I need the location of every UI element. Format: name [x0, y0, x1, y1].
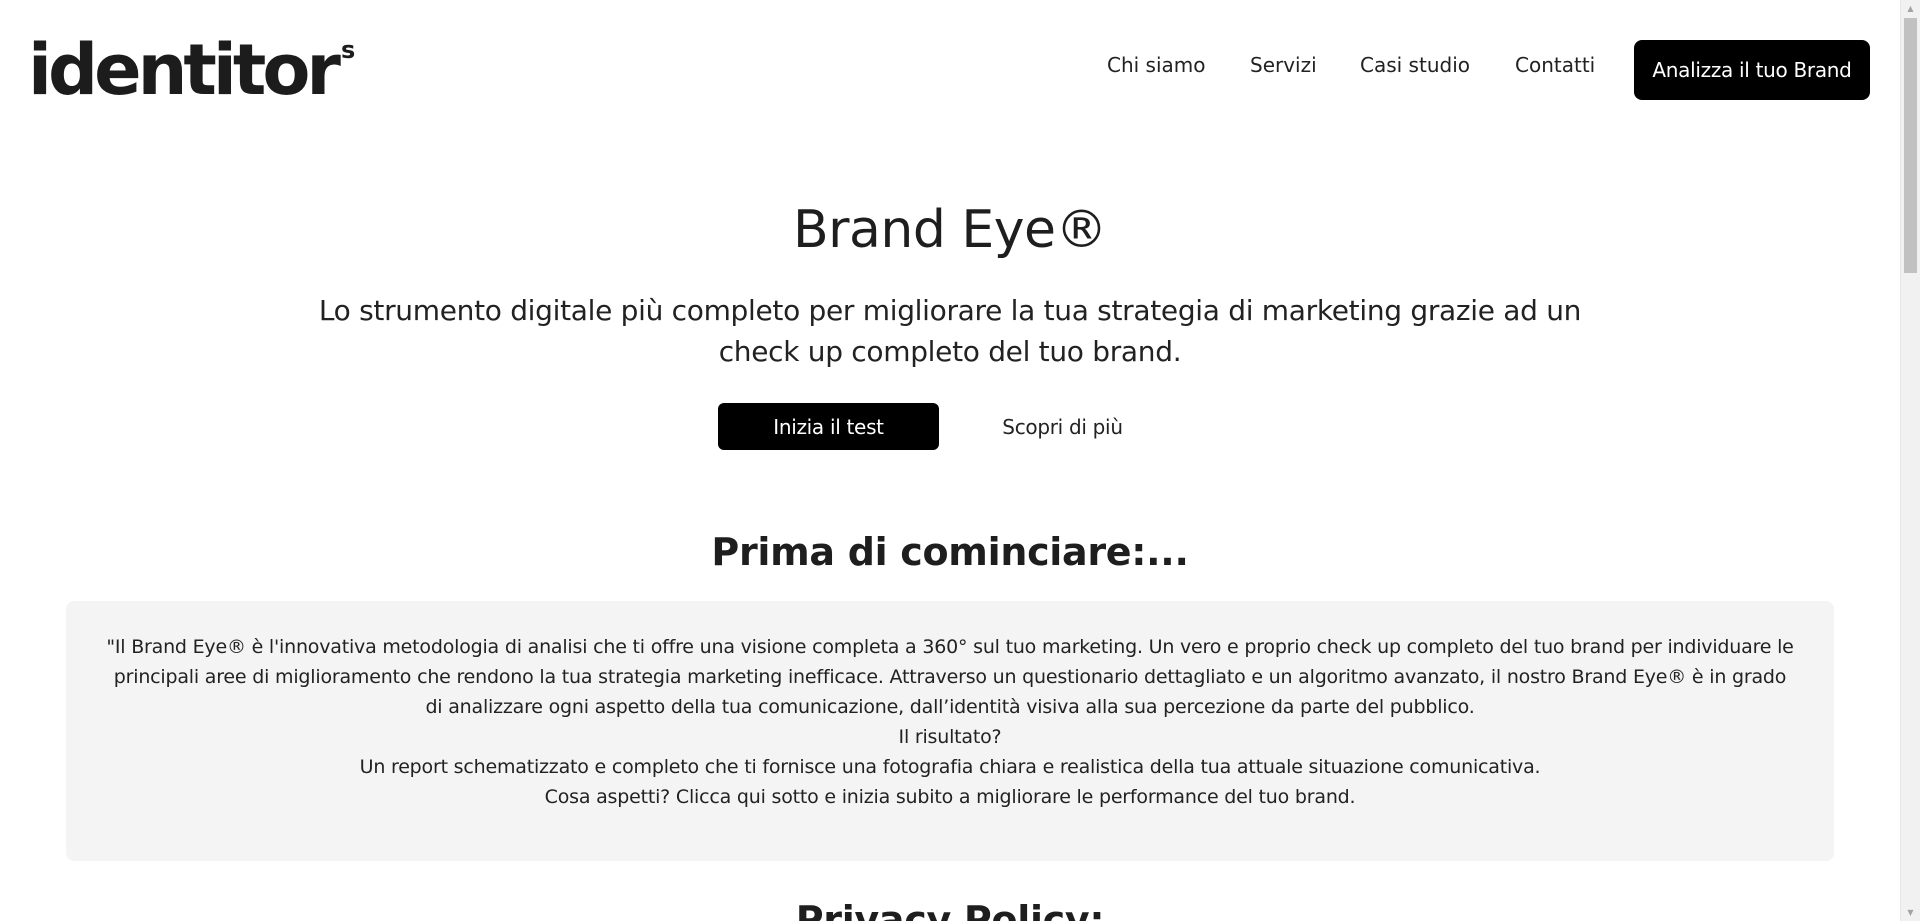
intro-text: "Il Brand Eye® è l'innovativa metodologi… [106, 632, 1794, 812]
intro-paragraph: "Il Brand Eye® è l'innovativa metodologi… [106, 636, 1794, 718]
scroll-up-arrow-icon[interactable]: ▲ [1901, 0, 1920, 17]
browser-viewport: identitor s Chi siamo Servizi Casi studio… [0, 0, 1920, 921]
intro-box: "Il Brand Eye® è l'innovativa metodologi… [66, 601, 1834, 861]
intro-title: Prima di cominciare:... [711, 530, 1189, 574]
logo-text: identitor [28, 29, 341, 111]
learn-more-button[interactable]: Scopri di più [980, 403, 1145, 450]
page-content: identitor s Chi siamo Servizi Casi studio… [0, 0, 1900, 921]
nav-link-contatti[interactable]: Contatti [1515, 53, 1595, 77]
nav-link-servizi[interactable]: Servizi [1250, 53, 1317, 77]
nav-link-chi-siamo[interactable]: Chi siamo [1107, 53, 1206, 77]
vertical-scrollbar[interactable]: ▲ ▼ [1900, 0, 1920, 921]
brand-logo[interactable]: identitor s [28, 30, 355, 126]
privacy-title: Privacy Policy: [795, 898, 1105, 921]
logo-superscript: s [340, 36, 356, 64]
intro-paragraph: Cosa aspetti? Clicca qui sotto e inizia … [544, 786, 1356, 808]
hero-title: Brand Eye® [792, 200, 1108, 260]
scrollbar-thumb[interactable] [1904, 18, 1917, 273]
hero-subtitle: Lo strumento digitale più completo per m… [318, 294, 1582, 368]
intro-paragraph: Un report schematizzato e completo che t… [359, 756, 1541, 778]
analyze-brand-button[interactable]: Analizza il tuo Brand [1634, 40, 1870, 100]
nav-link-casi-studio[interactable]: Casi studio [1360, 53, 1470, 77]
site-header: identitor s Chi siamo Servizi Casi studio… [0, 0, 1900, 130]
start-test-button[interactable]: Inizia il test [718, 403, 939, 450]
intro-question: Il risultato? [898, 726, 1002, 748]
main-navigation: Chi siamo Servizi Casi studio Contatti A… [1100, 40, 1900, 100]
scroll-down-arrow-icon[interactable]: ▼ [1901, 904, 1920, 921]
